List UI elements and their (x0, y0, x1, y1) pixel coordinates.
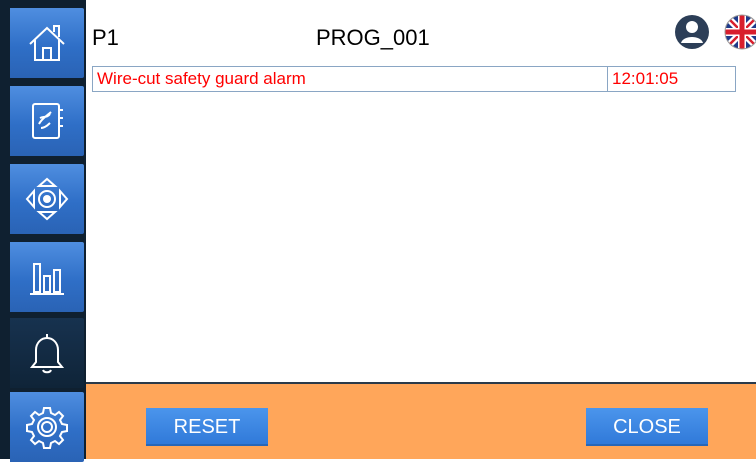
sidebar-item-alarms[interactable] (10, 318, 84, 388)
bell-icon (29, 334, 65, 374)
close-button[interactable]: CLOSE (586, 408, 708, 446)
footer: RESET CLOSE (86, 382, 756, 459)
sidebar-item-statistics[interactable] (10, 242, 84, 312)
user-avatar-icon[interactable] (674, 14, 710, 50)
uk-flag-icon[interactable] (724, 14, 756, 50)
alarm-row[interactable]: Wire-cut safety guard alarm 12:01:05 (92, 66, 736, 92)
reset-button[interactable]: RESET (146, 408, 268, 446)
sidebar-item-home[interactable] (10, 8, 84, 78)
alarm-message: Wire-cut safety guard alarm (93, 67, 608, 91)
bar-chart-icon (30, 263, 64, 295)
alarm-time: 12:01:05 (612, 69, 679, 88)
header: P1 PROG_001 (86, 0, 756, 60)
program-book-icon (32, 103, 63, 139)
sidebar-item-manual-move[interactable] (10, 164, 84, 234)
home-icon (29, 25, 65, 61)
program-name: PROG_001 (316, 25, 430, 50)
sidebar-item-program[interactable] (10, 86, 84, 156)
move-arrows-icon (25, 177, 69, 221)
alarm-list: Wire-cut safety guard alarm 12:01:05 (86, 60, 756, 382)
gear-icon (26, 407, 68, 449)
program-id: P1 (92, 25, 119, 50)
sidebar (0, 0, 86, 462)
sidebar-item-settings[interactable] (10, 392, 84, 462)
